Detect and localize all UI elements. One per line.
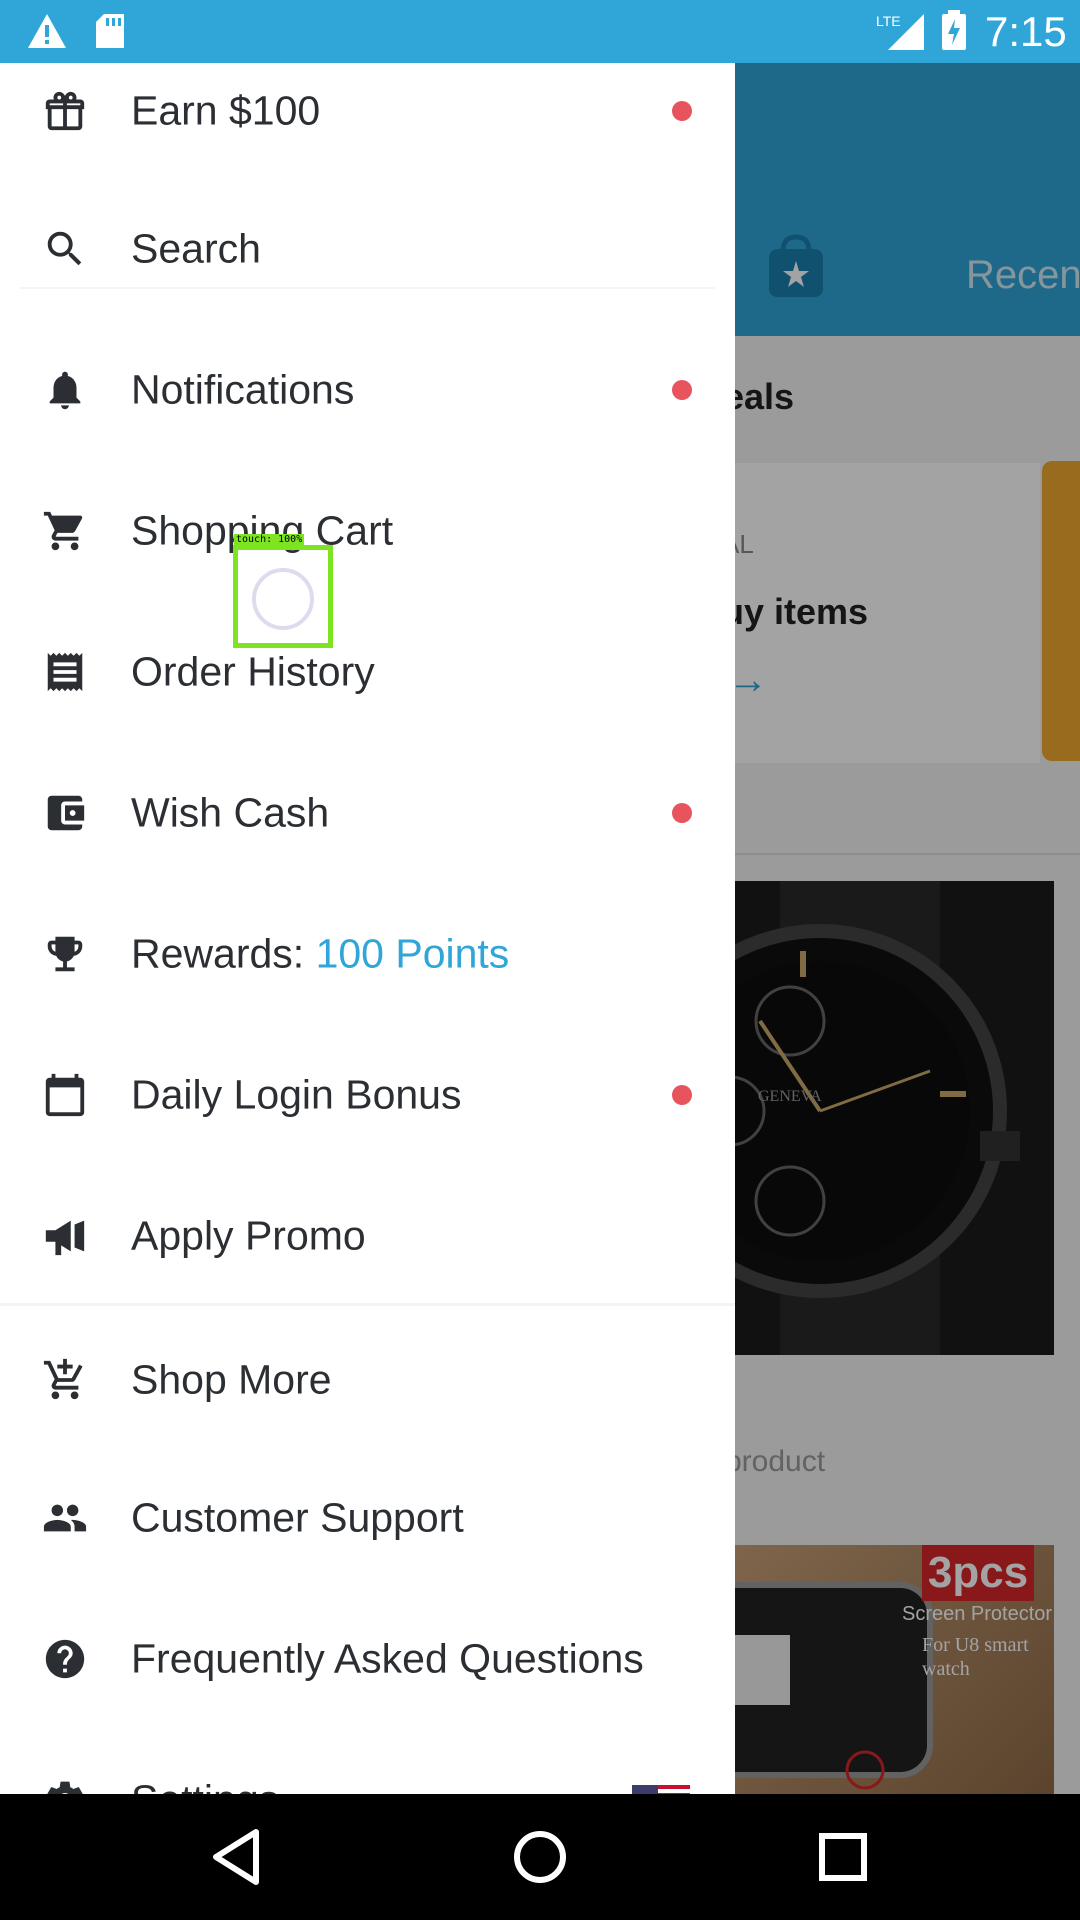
notification-dot — [672, 380, 692, 400]
menu-item-label: Rewards: 100 Points — [131, 931, 509, 978]
back-icon[interactable] — [202, 1822, 272, 1892]
sd-card-icon — [96, 14, 124, 48]
menu-item-label: Apply Promo — [131, 1212, 366, 1259]
touch-label: touch: 100% — [234, 534, 305, 545]
bell-icon — [49, 371, 81, 410]
megaphone-icon — [45, 1220, 85, 1256]
network-type: LTE — [876, 13, 901, 29]
menu-item-customer-support[interactable]: Customer Support — [0, 1448, 735, 1588]
warning-icon — [28, 14, 66, 48]
menu-item-faq[interactable]: Frequently Asked Questions — [0, 1589, 735, 1729]
menu-item-earn[interactable]: Earn $100 — [0, 63, 735, 181]
cart-icon — [43, 511, 83, 551]
signal-icon: LTE — [876, 13, 924, 50]
people-icon — [43, 1504, 87, 1532]
help-icon — [45, 1639, 85, 1679]
divider — [0, 1303, 735, 1306]
wallet-icon — [47, 795, 85, 831]
gift-icon — [45, 91, 85, 131]
menu-item-order-history[interactable]: Order History — [0, 602, 735, 742]
divider — [20, 287, 715, 289]
us-flag-icon — [632, 1785, 690, 1794]
menu-item-label: Settings — [131, 1777, 279, 1795]
recents-icon[interactable] — [808, 1822, 878, 1892]
menu-item-shop-more[interactable]: Shop More — [0, 1310, 735, 1450]
menu-item-wish-cash[interactable]: Wish Cash — [0, 743, 735, 883]
menu-item-label: Shop More — [131, 1356, 332, 1403]
navigation-drawer: Earn $100 Search Notifications Shopping … — [0, 63, 735, 1794]
menu-item-label: Notifications — [131, 366, 355, 413]
system-nav-bar — [0, 1794, 1080, 1920]
menu-item-notifications[interactable]: Notifications — [0, 320, 735, 460]
menu-item-label: Wish Cash — [131, 789, 330, 836]
receipt-icon — [47, 652, 83, 692]
gear-icon — [47, 1781, 83, 1794]
calendar-icon — [45, 1073, 85, 1117]
menu-item-label: Daily Login Bonus — [131, 1071, 462, 1118]
menu-item-shopping-cart[interactable]: Shopping Cart — [0, 461, 735, 601]
menu-item-rewards[interactable]: Rewards: 100 Points — [0, 884, 735, 1024]
menu-item-label: Search — [131, 225, 261, 272]
search-icon — [47, 231, 82, 266]
rewards-points: 100 Points — [315, 930, 510, 977]
menu-item-label: Customer Support — [131, 1494, 464, 1541]
menu-item-label: Order History — [131, 648, 375, 695]
menu-item-search[interactable]: Search — [0, 179, 735, 319]
menu-item-label: Frequently Asked Questions — [131, 1635, 644, 1682]
battery-charging-icon — [942, 10, 966, 50]
home-icon[interactable] — [505, 1822, 575, 1892]
rewards-label: Rewards: — [131, 930, 316, 977]
menu-item-label: Earn $100 — [131, 87, 321, 134]
status-bar: LTE 7:15 — [0, 0, 1080, 63]
menu-item-daily-login-bonus[interactable]: Daily Login Bonus — [0, 1025, 735, 1165]
notification-dot — [672, 803, 692, 823]
trophy-icon — [47, 936, 83, 972]
menu-item-settings[interactable]: Settings — [0, 1730, 735, 1794]
menu-item-apply-promo[interactable]: Apply Promo — [0, 1166, 735, 1306]
notification-dot — [672, 1085, 692, 1105]
cart-add-icon — [43, 1358, 83, 1400]
touch-highlight-box — [233, 545, 333, 648]
notification-dot — [672, 101, 692, 121]
status-time: 7:15 — [985, 8, 1067, 55]
